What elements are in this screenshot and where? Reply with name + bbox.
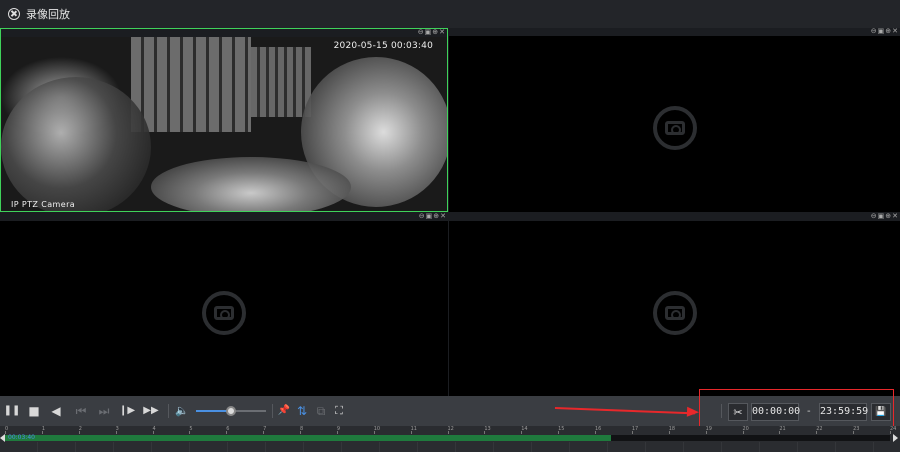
no-video-camera-icon	[652, 290, 697, 335]
no-video-camera-icon	[202, 290, 246, 335]
timeline-hour-tick: 22	[816, 426, 823, 434]
pane-header: ⊖ ▣ ⊕ ✕	[1, 28, 447, 37]
timeline-hour-tick: 1	[41, 426, 46, 434]
snapshot-icon[interactable]: ▣	[425, 28, 432, 37]
toolbar-separator	[272, 404, 273, 418]
timeline-scroll-left-icon[interactable]	[0, 434, 5, 442]
close-circle-icon[interactable]	[8, 8, 20, 20]
close-icon[interactable]: ✕	[439, 28, 445, 37]
timeline-hour-tick: 9	[336, 426, 341, 434]
empty-pane	[449, 221, 900, 396]
pane-header: ⊖ ▣ ⊕ ✕	[0, 212, 448, 221]
timeline-hour-tick: 8	[300, 426, 304, 434]
camera-feed: 2020-05-15 00:03:40 IP PTZ Camera	[1, 37, 447, 211]
video-pane-1[interactable]: ⊖ ▣ ⊕ ✕ 2020-05-15 00:03:40 IP PTZ Camer…	[0, 28, 448, 212]
timeline-hour-tick: 20	[742, 426, 749, 434]
timeline-lower-band	[0, 442, 900, 452]
view-layout-icon[interactable]: ⧉	[313, 403, 329, 419]
timeline-track[interactable]	[5, 435, 890, 441]
timeline-hour-tick: 12	[447, 426, 454, 434]
timeline-hour-tick: 15	[558, 426, 565, 434]
close-icon[interactable]: ✕	[892, 212, 898, 221]
video-pane-3[interactable]: ⊖ ▣ ⊕ ✕	[0, 212, 448, 396]
timeline-hour-tick: 13	[484, 426, 491, 434]
reverse-play-icon[interactable]: ◀	[49, 403, 63, 419]
video-grid: ⊖ ▣ ⊕ ✕ 2020-05-15 00:03:40 IP PTZ Camer…	[0, 27, 900, 396]
next-frame-icon[interactable]: ⏭	[96, 403, 112, 419]
feed-building-2	[251, 47, 311, 117]
video-pane-2[interactable]: ⊖ ▣ ⊕ ✕	[449, 27, 900, 212]
timeline-hour-tick: 18	[668, 426, 676, 434]
timeline-hour-tick: 24	[890, 426, 897, 434]
timeline-scroll-right-icon[interactable]	[893, 434, 898, 442]
pin-icon[interactable]: 📌	[277, 403, 291, 419]
fullscreen-icon[interactable]: ⛶	[332, 403, 346, 419]
pause-icon[interactable]: ❚❚	[4, 403, 21, 419]
prev-frame-icon[interactable]: ⏮	[73, 403, 89, 419]
timeline[interactable]: 0 1 2 3 4 5 6 7 8 9 10 11 12 13 14 15 16 17 18 19 20 21 22 23 24…	[0, 426, 900, 452]
pane-header: ⊖ ▣ ⊕ ✕	[449, 212, 900, 221]
timeline-hour-tick: 0	[5, 426, 9, 434]
feed-foliage	[1, 77, 151, 211]
zoom-out-icon[interactable]: ⊖	[871, 27, 877, 36]
zoom-in-icon[interactable]: ⊕	[885, 27, 891, 36]
pane-header: ⊖ ▣ ⊕ ✕	[449, 27, 900, 36]
title-bar: 录像回放	[0, 0, 900, 28]
timeline-hour-tick: 19	[705, 426, 712, 434]
no-video-camera-icon	[652, 106, 697, 150]
empty-pane	[0, 221, 448, 396]
timeline-hour-tick: 16	[595, 426, 602, 434]
timeline-current-time: 00:03:40	[8, 434, 35, 441]
close-icon[interactable]: ✕	[892, 27, 898, 36]
fast-forward-icon[interactable]: ▶▶	[142, 403, 160, 419]
timeline-hour-tick: 14	[521, 426, 528, 434]
annotation-highlight-box	[699, 389, 894, 427]
timeline-hour-tick: 4	[152, 426, 156, 434]
timeline-hour-tick: 21	[779, 426, 786, 434]
empty-pane	[449, 36, 900, 212]
timeline-hour-tick: 11	[410, 426, 417, 434]
snapshot-icon[interactable]: ▣	[426, 212, 433, 221]
feed-building	[131, 37, 251, 132]
snapshot-icon[interactable]: ▣	[878, 27, 885, 36]
volume-icon[interactable]: 🔈	[174, 403, 190, 419]
volume-slider[interactable]	[196, 406, 266, 416]
stop-icon[interactable]: ■	[27, 403, 41, 419]
osd-timestamp: 2020-05-15 00:03:40	[333, 41, 433, 51]
recorded-segment[interactable]	[5, 435, 612, 441]
step-forward-icon[interactable]: ❙▶	[119, 403, 135, 419]
zoom-out-icon[interactable]: ⊖	[871, 212, 877, 221]
timeline-hour-tick: 17	[631, 426, 639, 434]
timeline-hour-ticks: 0 1 2 3 4 5 6 7 8 9 10 11 12 13 14 15 16 17 18 19 20 21 22 23 24	[0, 426, 900, 434]
close-icon[interactable]: ✕	[440, 212, 446, 221]
osd-camera-name: IP PTZ Camera	[11, 200, 76, 209]
sync-play-icon[interactable]: ⇅	[295, 403, 309, 419]
window-title: 录像回放	[26, 8, 70, 21]
timeline-hour-tick: 5	[189, 426, 193, 434]
zoom-in-icon[interactable]: ⊕	[433, 212, 439, 221]
timeline-hour-tick: 10	[373, 426, 381, 434]
zoom-out-icon[interactable]: ⊖	[419, 212, 425, 221]
feed-foliage	[151, 157, 351, 211]
zoom-in-icon[interactable]: ⊕	[885, 212, 891, 221]
timeline-hour-tick: 2	[78, 426, 82, 434]
volume-slider-handle[interactable]	[226, 406, 236, 416]
annotation-arrow-head	[686, 406, 700, 418]
zoom-in-icon[interactable]: ⊕	[432, 28, 438, 37]
timeline-hour-tick: 7	[263, 426, 267, 434]
toolbar-separator	[168, 404, 169, 418]
timeline-hour-tick: 23	[853, 426, 860, 434]
timeline-hour-tick: 3	[115, 426, 119, 434]
playback-window: 录像回放 ⊖ ▣ ⊕ ✕ 2020-05-15 00:03:40 IP PTZ …	[0, 0, 900, 452]
timeline-hour-tick: 6	[226, 426, 230, 434]
zoom-out-icon[interactable]: ⊖	[418, 28, 424, 37]
video-pane-4[interactable]: ⊖ ▣ ⊕ ✕	[449, 212, 900, 396]
snapshot-icon[interactable]: ▣	[878, 212, 885, 221]
